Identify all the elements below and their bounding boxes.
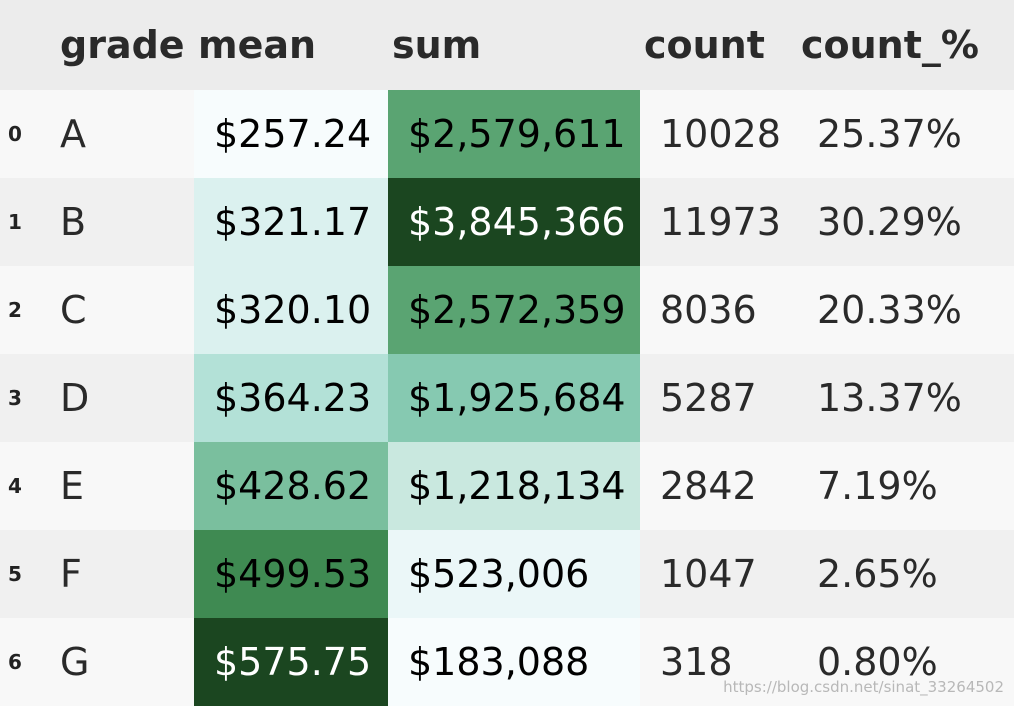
mean-cell: $428.62 <box>194 442 388 530</box>
table-row: 3 D $364.23 $1,925,684 5287 13.37% <box>0 354 1014 442</box>
sum-cell: $183,088 <box>388 618 640 706</box>
grade-cell: C <box>60 288 87 332</box>
grade-cell: E <box>60 464 85 508</box>
table-row: 5 F $499.53 $523,006 1047 2.65% <box>0 530 1014 618</box>
header-index <box>0 0 56 90</box>
count-pct-cell: 25.37% <box>817 112 962 156</box>
count-pct-cell: 30.29% <box>817 200 962 244</box>
row-index: 5 <box>8 562 22 586</box>
sum-cell: $523,006 <box>388 530 640 618</box>
count-cell: 1047 <box>660 552 757 596</box>
count-cell: 2842 <box>660 464 757 508</box>
sum-cell: $3,845,366 <box>388 178 640 266</box>
count-cell: 8036 <box>660 288 757 332</box>
count-pct-cell: 7.19% <box>817 464 938 508</box>
header-count: count <box>644 23 765 67</box>
row-index: 2 <box>8 298 22 322</box>
count-pct-cell: 20.33% <box>817 288 962 332</box>
grade-cell: F <box>60 552 82 596</box>
table-row: 2 C $320.10 $2,572,359 8036 20.33% <box>0 266 1014 354</box>
count-cell: 10028 <box>660 112 781 156</box>
header-count-pct: count_% <box>801 23 979 67</box>
table-row: 0 A $257.24 $2,579,611 10028 25.37% <box>0 90 1014 178</box>
styled-dataframe: grade mean sum count count_% 0 A $257.24… <box>0 0 1014 706</box>
count-cell: 5287 <box>660 376 757 420</box>
count-pct-cell: 2.65% <box>817 552 938 596</box>
count-pct-cell: 13.37% <box>817 376 962 420</box>
mean-cell: $257.24 <box>194 90 388 178</box>
mean-cell: $364.23 <box>194 354 388 442</box>
sum-cell: $1,925,684 <box>388 354 640 442</box>
row-index: 1 <box>8 210 22 234</box>
mean-cell: $499.53 <box>194 530 388 618</box>
sum-cell: $2,579,611 <box>388 90 640 178</box>
row-index: 3 <box>8 386 22 410</box>
mean-cell: $575.75 <box>194 618 388 706</box>
grade-cell: D <box>60 376 90 420</box>
count-cell: 11973 <box>660 200 781 244</box>
grade-cell: B <box>60 200 87 244</box>
watermark: https://blog.csdn.net/sinat_33264502 <box>723 678 1004 696</box>
sum-cell: $2,572,359 <box>388 266 640 354</box>
row-index: 0 <box>8 122 22 146</box>
grade-cell: G <box>60 640 90 684</box>
grade-cell: A <box>60 112 86 156</box>
header-sum: sum <box>392 23 482 67</box>
table-row: 4 E $428.62 $1,218,134 2842 7.19% <box>0 442 1014 530</box>
row-index: 4 <box>8 474 22 498</box>
sum-cell: $1,218,134 <box>388 442 640 530</box>
header-row: grade mean sum count count_% <box>0 0 1014 90</box>
header-mean: mean <box>198 23 317 67</box>
grade-summary-table: grade mean sum count count_% 0 A $257.24… <box>0 0 1014 706</box>
table-row: 1 B $321.17 $3,845,366 11973 30.29% <box>0 178 1014 266</box>
mean-cell: $321.17 <box>194 178 388 266</box>
mean-cell: $320.10 <box>194 266 388 354</box>
row-index: 6 <box>8 650 22 674</box>
header-grade: grade <box>60 23 185 67</box>
